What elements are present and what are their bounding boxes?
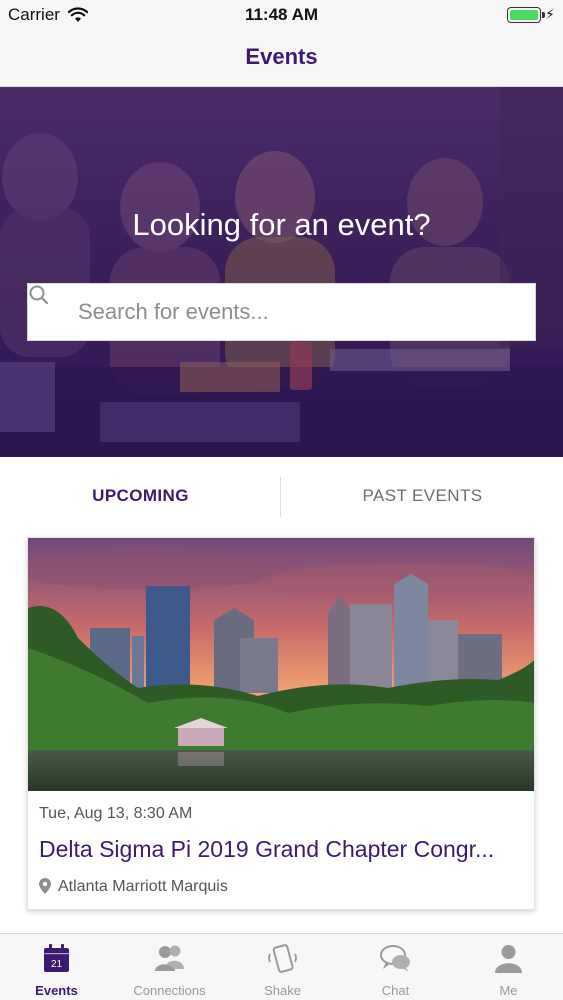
battery-level (510, 10, 538, 20)
event-title[interactable]: Delta Sigma Pi 2019 Grand Chapter Congr.… (39, 836, 525, 863)
tabbar-item-shake[interactable]: Shake (226, 934, 339, 1000)
tabbar-label-connections: Connections (133, 983, 206, 998)
tabbar-label-shake: Shake (264, 983, 301, 998)
people-icon (155, 945, 184, 971)
tab-past-events[interactable]: PAST EVENTS (282, 457, 563, 535)
location-pin-icon (39, 878, 51, 894)
bottom-tab-bar: 21 Events Connections Shake Chat Me (0, 933, 563, 1000)
events-screen: Carrier 11:48 AM ⚡ Events Looking for an… (0, 0, 563, 1000)
calendar-day: 21 (51, 959, 63, 970)
event-location: Atlanta Marriott Marquis (39, 878, 228, 896)
tabbar-label-events: Events (35, 983, 78, 998)
search-icon (29, 285, 49, 305)
tab-divider (280, 477, 281, 517)
event-filter-tabs: UPCOMING PAST EVENTS (0, 457, 563, 535)
event-location-text: Atlanta Marriott Marquis (58, 878, 228, 895)
tabbar-item-me[interactable]: Me (452, 934, 563, 1000)
hero-background-photo (0, 87, 563, 457)
event-date: Tue, Aug 13, 8:30 AM (39, 805, 193, 822)
hero-banner: Looking for an event? (0, 87, 563, 457)
page-title: Events (245, 44, 318, 69)
phone-shake-icon (268, 944, 297, 973)
calendar-icon: 21 (44, 944, 69, 972)
hero-heading: Looking for an event? (132, 207, 431, 242)
event-card[interactable]: Tue, Aug 13, 8:30 AM Delta Sigma Pi 2019… (27, 537, 535, 910)
event-cover-image (28, 538, 534, 791)
tabbar-item-connections[interactable]: Connections (113, 934, 226, 1000)
search-input[interactable] (78, 284, 518, 340)
person-icon (495, 945, 522, 973)
charging-icon: ⚡ (545, 6, 555, 22)
status-bar: Carrier 11:48 AM ⚡ (0, 0, 563, 30)
tab-upcoming[interactable]: UPCOMING (0, 457, 281, 535)
tabbar-label-chat: Chat (381, 983, 410, 998)
tabbar-item-events[interactable]: 21 Events (0, 934, 113, 1000)
navigation-bar: Events (0, 30, 563, 87)
battery-icon (507, 7, 545, 23)
search-bar[interactable] (27, 283, 536, 341)
chat-bubbles-icon (380, 945, 410, 972)
tabbar-item-chat[interactable]: Chat (339, 934, 452, 1000)
clock: 11:48 AM (244, 5, 319, 24)
tabbar-label-me: Me (499, 983, 518, 998)
